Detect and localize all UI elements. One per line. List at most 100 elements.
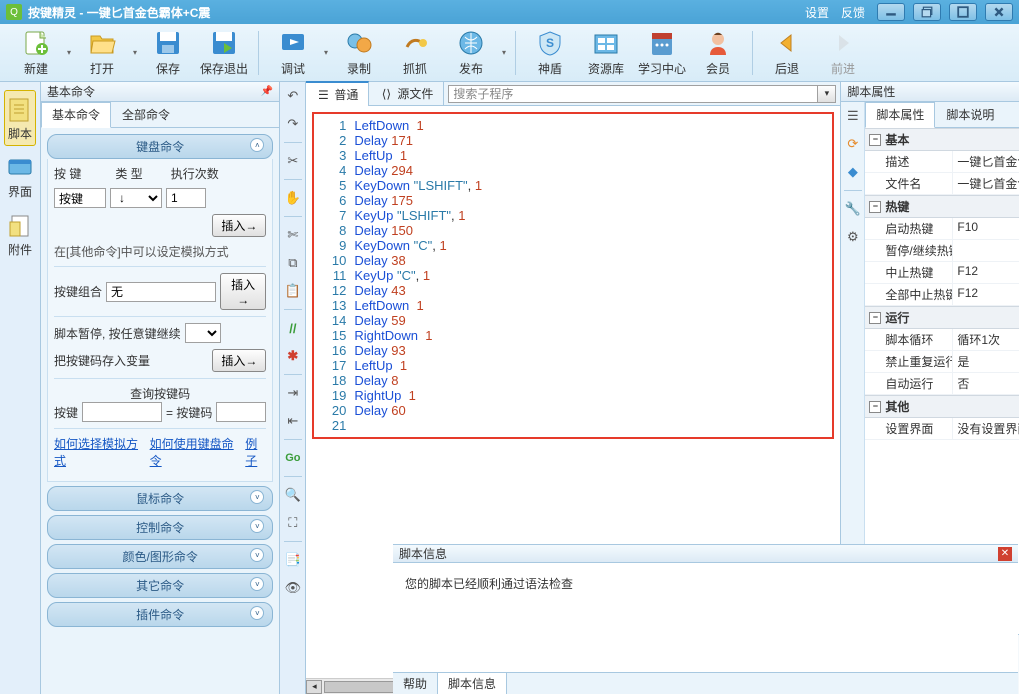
insert-button-3[interactable]: 插入→ bbox=[212, 349, 266, 372]
link-keyboard-cmd[interactable]: 如何使用键盘命令 bbox=[150, 435, 234, 469]
tab-basic-commands[interactable]: 基本命令 bbox=[41, 102, 111, 128]
prop-row[interactable]: 脚本循环循环1次 bbox=[865, 329, 1019, 351]
eye-icon[interactable]: 👁 bbox=[283, 578, 303, 598]
code-line[interactable]: 16Delay 93 bbox=[314, 343, 832, 358]
keycombo-input[interactable] bbox=[106, 282, 216, 302]
props-diamond-icon[interactable]: ◆ bbox=[843, 162, 863, 182]
scroll-left-icon[interactable]: ◂ bbox=[306, 680, 322, 694]
code-line[interactable]: 5KeyDown "LSHIFT", 1 bbox=[314, 178, 832, 193]
open-button[interactable]: 打开 bbox=[74, 27, 130, 79]
publish-dropdown[interactable]: ▾ bbox=[499, 48, 509, 57]
tab-script-desc[interactable]: 脚本说明 bbox=[935, 102, 1005, 127]
find-icon[interactable]: 🔍 bbox=[283, 485, 303, 505]
close-icon[interactable]: ✕ bbox=[998, 547, 1012, 561]
code-line[interactable]: 15RightDown 1 bbox=[314, 328, 832, 343]
debug-dropdown[interactable]: ▾ bbox=[321, 48, 331, 57]
prop-row[interactable]: 启动热键F10 bbox=[865, 218, 1019, 240]
code-line[interactable]: 21 bbox=[314, 418, 832, 433]
code-line[interactable]: 12Delay 43 bbox=[314, 283, 832, 298]
code-line[interactable]: 9KeyDown "C", 1 bbox=[314, 238, 832, 253]
save-exit-button[interactable]: 保存退出 bbox=[196, 27, 252, 79]
insert-button-2[interactable]: 插入→ bbox=[220, 273, 266, 310]
link-sim-mode[interactable]: 如何选择模拟方式 bbox=[54, 435, 138, 469]
link-example[interactable]: 例子 bbox=[245, 435, 266, 469]
hand-icon[interactable]: ✋ bbox=[283, 188, 303, 208]
acc-plugin[interactable]: 插件命令˅ bbox=[47, 602, 273, 627]
code-line[interactable]: 3LeftUp 1 bbox=[314, 148, 832, 163]
prop-category[interactable]: −基本 bbox=[865, 128, 1019, 151]
prop-category[interactable]: −运行 bbox=[865, 306, 1019, 329]
resource-button[interactable]: 资源库 bbox=[578, 27, 634, 79]
prop-row[interactable]: 禁止重复运行是 bbox=[865, 351, 1019, 373]
code-line[interactable]: 2Delay 171 bbox=[314, 133, 832, 148]
undo-icon[interactable]: ↶ bbox=[283, 86, 303, 106]
redo-icon[interactable]: ↷ bbox=[283, 114, 303, 134]
acc-color[interactable]: 颜色/图形命令˅ bbox=[47, 544, 273, 569]
tree-icon[interactable]: ⛶ bbox=[283, 513, 303, 533]
prop-row[interactable]: 自动运行否 bbox=[865, 373, 1019, 395]
bookmark-icon[interactable]: 📑 bbox=[283, 550, 303, 570]
tab-source-view[interactable]: ⟨⟩源文件 bbox=[369, 82, 444, 105]
scissors-icon[interactable]: ✄ bbox=[283, 225, 303, 245]
bottom-tab-help[interactable]: 帮助 bbox=[393, 673, 438, 694]
prop-row[interactable]: 暂停/继续热键 bbox=[865, 240, 1019, 262]
uncomment-icon[interactable]: ✱ bbox=[283, 346, 303, 366]
indent-icon[interactable]: ⇥ bbox=[283, 383, 303, 403]
acc-mouse[interactable]: 鼠标命令˅ bbox=[47, 486, 273, 511]
prop-category[interactable]: −其他 bbox=[865, 395, 1019, 418]
record-button[interactable]: 录制 bbox=[331, 27, 387, 79]
prop-category[interactable]: −热键 bbox=[865, 195, 1019, 218]
prop-row[interactable]: 文件名一键匕首金色... bbox=[865, 173, 1019, 195]
member-button[interactable]: 会员 bbox=[690, 27, 746, 79]
code-line[interactable]: 17LeftUp 1 bbox=[314, 358, 832, 373]
outdent-icon[interactable]: ⇤ bbox=[283, 411, 303, 431]
settings-link[interactable]: 设置 bbox=[801, 4, 833, 21]
search-dropdown-button[interactable]: ▾ bbox=[818, 85, 836, 103]
new-button[interactable]: 新建 bbox=[8, 27, 64, 79]
comment-icon[interactable]: // bbox=[283, 318, 303, 338]
copy-icon[interactable]: ⧉ bbox=[283, 253, 303, 273]
props-list-icon[interactable]: ☰ bbox=[843, 106, 863, 126]
forward-button[interactable]: 前进 bbox=[815, 27, 871, 79]
nav-ui[interactable]: 界面 bbox=[0, 148, 40, 204]
prop-row[interactable]: 中止热键F12 bbox=[865, 262, 1019, 284]
back-button[interactable]: 后退 bbox=[759, 27, 815, 79]
cut-icon[interactable]: ✂ bbox=[283, 151, 303, 171]
acc-control[interactable]: 控制命令˅ bbox=[47, 515, 273, 540]
code-line[interactable]: 11KeyUp "C", 1 bbox=[314, 268, 832, 283]
code-line[interactable]: 14Delay 59 bbox=[314, 313, 832, 328]
open-dropdown[interactable]: ▾ bbox=[130, 48, 140, 57]
feedback-link[interactable]: 反馈 bbox=[837, 4, 869, 21]
code-line[interactable]: 8Delay 150 bbox=[314, 223, 832, 238]
pin-icon[interactable]: 📌 bbox=[261, 86, 273, 97]
capture-button[interactable]: 抓抓 bbox=[387, 27, 443, 79]
bottom-tab-info[interactable]: 脚本信息 bbox=[438, 673, 507, 694]
prop-row[interactable]: 设置界面没有设置界面 bbox=[865, 418, 1019, 440]
publish-button[interactable]: 发布 bbox=[443, 27, 499, 79]
minimize-button[interactable] bbox=[877, 3, 905, 21]
learn-button[interactable]: 学习中心 bbox=[634, 27, 690, 79]
code-line[interactable]: 1LeftDown 1 bbox=[314, 118, 832, 133]
maximize-button[interactable] bbox=[949, 3, 977, 21]
restore-button[interactable] bbox=[913, 3, 941, 21]
acc-other[interactable]: 其它命令˅ bbox=[47, 573, 273, 598]
nav-script[interactable]: 脚本 bbox=[4, 90, 36, 146]
collapse-icon[interactable]: − bbox=[869, 201, 881, 213]
goto-icon[interactable]: Go bbox=[283, 448, 303, 468]
collapse-icon[interactable]: − bbox=[869, 312, 881, 324]
code-line[interactable]: 6Delay 175 bbox=[314, 193, 832, 208]
code-line[interactable]: 18Delay 8 bbox=[314, 373, 832, 388]
code-line[interactable]: 19RightUp 1 bbox=[314, 388, 832, 403]
prop-row[interactable]: 全部中止热键F12 bbox=[865, 284, 1019, 306]
shield-button[interactable]: S神盾 bbox=[522, 27, 578, 79]
tab-all-commands[interactable]: 全部命令 bbox=[111, 102, 181, 127]
pause-combo[interactable] bbox=[185, 323, 221, 343]
keyname-input[interactable] bbox=[82, 402, 162, 422]
acc-keyboard[interactable]: 键盘命令˄ bbox=[47, 134, 273, 159]
code-line[interactable]: 20Delay 60 bbox=[314, 403, 832, 418]
new-dropdown[interactable]: ▾ bbox=[64, 48, 74, 57]
count-input[interactable] bbox=[166, 188, 206, 208]
insert-button-1[interactable]: 插入→ bbox=[212, 214, 266, 237]
props-refresh-icon[interactable]: ⟳ bbox=[843, 134, 863, 154]
tab-normal-view[interactable]: ☰普通 bbox=[306, 81, 369, 107]
